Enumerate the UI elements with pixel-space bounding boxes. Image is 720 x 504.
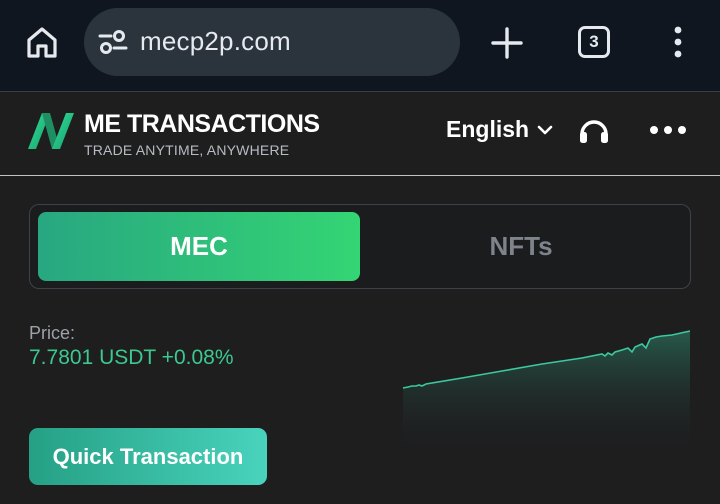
url-text[interactable]: mecp2p.com: [140, 26, 291, 57]
tab-count: 3: [589, 32, 599, 51]
price-sparkline: [402, 330, 691, 456]
headset-icon[interactable]: [578, 116, 610, 146]
home-icon[interactable]: [24, 24, 60, 60]
site-header: ME TRANSACTIONS TRADE ANYTIME, ANYWHERE …: [0, 92, 720, 176]
brand-tagline: TRADE ANYTIME, ANYWHERE: [84, 142, 290, 158]
language-selector[interactable]: English: [446, 116, 553, 143]
tab-mec[interactable]: MEC: [38, 212, 360, 281]
price-value: 7.7801 USDT +0.08%: [29, 346, 234, 369]
tab-switcher-icon[interactable]: 3: [578, 26, 610, 58]
language-label: English: [446, 116, 530, 142]
quick-transaction-button[interactable]: Quick Transaction: [29, 428, 267, 485]
browser-toolbar: mecp2p.com 3: [0, 0, 720, 92]
address-bar[interactable]: mecp2p.com: [84, 8, 460, 76]
site-settings-icon[interactable]: [98, 28, 128, 56]
asset-tab-bar: MEC NFTs: [29, 204, 691, 289]
overflow-menu-icon[interactable]: [666, 24, 690, 60]
new-tab-icon[interactable]: [490, 26, 524, 60]
logo-icon[interactable]: [26, 109, 76, 155]
more-icon[interactable]: [648, 124, 688, 136]
chevron-down-icon: [537, 125, 553, 134]
brand-name: ME TRANSACTIONS: [84, 110, 320, 138]
price-label: Price:: [29, 323, 76, 343]
tab-nfts[interactable]: NFTs: [360, 212, 682, 281]
